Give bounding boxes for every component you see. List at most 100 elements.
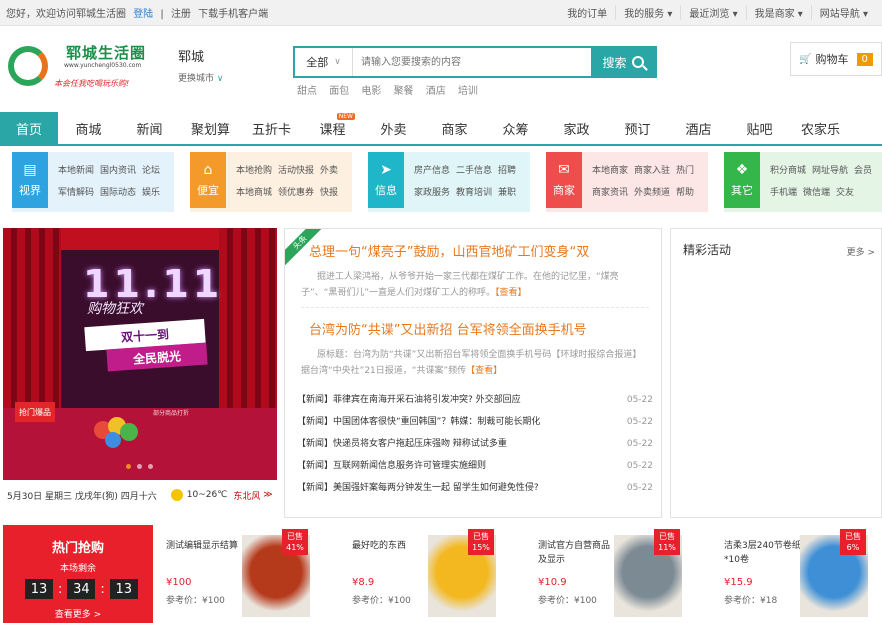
category-link[interactable]: 外卖频道: [634, 188, 670, 198]
hot-word[interactable]: 面包: [329, 86, 349, 97]
product-name[interactable]: 最好吃的东西: [352, 539, 432, 553]
category-link[interactable]: 帮助: [676, 188, 694, 198]
category-link[interactable]: 家政服务: [414, 188, 450, 198]
headline-title[interactable]: 台湾为防“共谍”又出新招 台军将领全面换手机号: [309, 319, 587, 338]
category-link[interactable]: 招聘: [498, 166, 516, 176]
list-item[interactable]: 【新闻】快递员将女客户拖起压床强吻 辩称试试多重 05-22: [297, 433, 653, 455]
category-badge[interactable]: ✉ 商家: [546, 152, 582, 208]
activity-more-link[interactable]: 更多 >: [847, 245, 875, 258]
category-link[interactable]: 网址导航: [812, 166, 848, 176]
product-name[interactable]: 测试官方自营商品及显示: [538, 539, 618, 567]
nav-item-housekeeping[interactable]: 家政: [546, 112, 607, 144]
nav-item-forum[interactable]: 贴吧: [729, 112, 790, 144]
category-link[interactable]: 兼职: [498, 188, 516, 198]
city-selector[interactable]: 郓城 更换城市 ∨: [178, 46, 223, 84]
nav-item-booking[interactable]: 预订: [607, 112, 668, 144]
nav-item-takeout[interactable]: 外卖: [363, 112, 424, 144]
register-link[interactable]: 注册: [171, 9, 191, 20]
nav-item-deals[interactable]: 聚划算: [180, 112, 241, 144]
divider: [301, 307, 649, 308]
download-app-link[interactable]: 下载手机客户端: [198, 9, 268, 20]
nav-item-hotel[interactable]: 酒店: [668, 112, 729, 144]
category-link[interactable]: 外卖: [320, 166, 338, 176]
product-card[interactable]: 洁柔3层240节卷纸*10卷 ¥15.9 参考价：¥18 已售 6%: [724, 525, 882, 623]
product-name[interactable]: 测试编辑显示结算: [166, 539, 246, 553]
login-link[interactable]: 登陆: [133, 9, 153, 20]
category-link[interactable]: 国内资讯: [100, 166, 136, 176]
category-badge[interactable]: ➤ 信息: [368, 152, 404, 208]
news-title[interactable]: 【新闻】中国团体客很快“重回韩国”？韩媒：制裁可能长期化: [297, 411, 540, 433]
news-title[interactable]: 【新闻】互联网新闻信息服务许可管理实施细则: [297, 455, 486, 477]
list-item[interactable]: 【新闻】美国强奸案每两分钟发生一起 留学生如何避免性侵? 05-22: [297, 477, 653, 499]
category-link[interactable]: 论坛: [142, 166, 160, 176]
hot-word[interactable]: 培训: [458, 86, 478, 97]
carousel-dot[interactable]: [148, 464, 153, 469]
category-link[interactable]: 本地商家: [592, 166, 628, 176]
category-link[interactable]: 二手信息: [456, 166, 492, 176]
product-card[interactable]: 测试官方自营商品及显示 ¥10.9 参考价：¥100 已售 11%: [538, 525, 718, 623]
category-link[interactable]: 本地新闻: [58, 166, 94, 176]
product-card[interactable]: 测试编辑显示结算 ¥100 参考价：¥100 已售 41%: [166, 525, 346, 623]
site-nav-menu[interactable]: 网站导航 ▾: [810, 5, 876, 20]
cart-button[interactable]: 🛒 购物车 0: [790, 42, 882, 76]
sold-badge: 已售 11%: [654, 529, 680, 555]
category-badge[interactable]: ❖ 其它: [724, 152, 760, 208]
news-title[interactable]: 【新闻】菲律宾在南海开采石油将引发冲突? 外交部回应: [297, 389, 521, 411]
news-title[interactable]: 【新闻】美国强奸案每两分钟发生一起 留学生如何避免性侵?: [297, 477, 539, 499]
category-link[interactable]: 军情解码: [58, 188, 94, 198]
hot-word[interactable]: 甜点: [297, 86, 317, 97]
list-item[interactable]: 【新闻】菲律宾在南海开采石油将引发冲突? 外交部回应 05-22: [297, 389, 653, 411]
category-link[interactable]: 本地商城: [236, 188, 272, 198]
category-link[interactable]: 商家资讯: [592, 188, 628, 198]
category-link[interactable]: 商家入驻: [634, 166, 670, 176]
category-link[interactable]: 微信端: [803, 188, 830, 198]
category-link[interactable]: 积分商城: [770, 166, 806, 176]
category-link[interactable]: 娱乐: [142, 188, 160, 198]
category-link[interactable]: 国际动态: [100, 188, 136, 198]
category-link[interactable]: 手机端: [770, 188, 797, 198]
switch-city[interactable]: 更换城市 ∨: [178, 71, 223, 84]
category-link[interactable]: 房产信息: [414, 166, 450, 176]
my-services-menu[interactable]: 我的服务 ▾: [615, 5, 680, 20]
category-link[interactable]: 会员: [854, 166, 872, 176]
nav-item-farmstay[interactable]: 农家乐: [790, 112, 851, 144]
nav-item-news[interactable]: 新闻: [119, 112, 180, 144]
merchant-menu[interactable]: 我是商家 ▾: [745, 5, 811, 20]
category-link[interactable]: 本地抢购: [236, 166, 272, 176]
site-logo[interactable]: 郓城生活圈 www.yunchengl0530.com 本会任我吃喝玩乐购!: [8, 40, 160, 100]
nav-item-discount-card[interactable]: 五折卡: [241, 112, 302, 144]
nav-item-home[interactable]: 首页: [0, 112, 58, 144]
news-title[interactable]: 【新闻】快递员将女客户拖起压床强吻 辩称试试多重: [297, 433, 507, 455]
product-name[interactable]: 洁柔3层240节卷纸*10卷: [724, 539, 804, 567]
category-link[interactable]: 热门: [676, 166, 694, 176]
product-card[interactable]: 最好吃的东西 ¥8.9 参考价：¥100 已售 15%: [352, 525, 532, 623]
category-link[interactable]: 快报: [320, 188, 338, 198]
category-link[interactable]: 交友: [836, 188, 854, 198]
category-badge[interactable]: ▤ 视界: [12, 152, 48, 208]
view-more-link[interactable]: 【查看】: [466, 366, 502, 376]
list-item[interactable]: 【新闻】中国团体客很快“重回韩国”？韩媒：制裁可能长期化 05-22: [297, 411, 653, 433]
search-input[interactable]: [353, 48, 591, 76]
view-more-link[interactable]: 【查看】: [495, 288, 527, 298]
category-badge[interactable]: ⌂ 便宜: [190, 152, 226, 208]
recent-views-menu[interactable]: 最近浏览 ▾: [680, 5, 745, 20]
carousel-dot[interactable]: [137, 464, 142, 469]
search-button[interactable]: 搜索: [591, 48, 655, 76]
category-link[interactable]: 教育培训: [456, 188, 492, 198]
category-link[interactable]: 领优惠券: [278, 188, 314, 198]
hot-word[interactable]: 聚餐: [394, 86, 414, 97]
hot-word[interactable]: 电影: [361, 86, 381, 97]
list-item[interactable]: 【新闻】互联网新闻信息服务许可管理实施细则 05-22: [297, 455, 653, 477]
promo-banner[interactable]: 11.11 购物狂欢 双十一到 全民脱光 抢门爆品 部分商品打折: [3, 228, 277, 480]
headline-title[interactable]: 总理一句“煤亮子”鼓励，山西官地矿工们变身“双: [309, 241, 589, 260]
carousel-dot[interactable]: [126, 464, 131, 469]
nav-item-merchants[interactable]: 商家: [424, 112, 485, 144]
category-link[interactable]: 活动快报: [278, 166, 314, 176]
nav-item-crowdfunding[interactable]: 众筹: [485, 112, 546, 144]
my-orders-link[interactable]: 我的订单: [559, 5, 615, 20]
search-category-select[interactable]: 全部 ∨: [295, 48, 353, 76]
nav-item-mall[interactable]: 商城: [58, 112, 119, 144]
nav-item-courses[interactable]: 课程 NEW: [302, 112, 363, 144]
hot-word[interactable]: 酒店: [426, 86, 446, 97]
flash-more-link[interactable]: 查看更多 >: [3, 607, 153, 620]
